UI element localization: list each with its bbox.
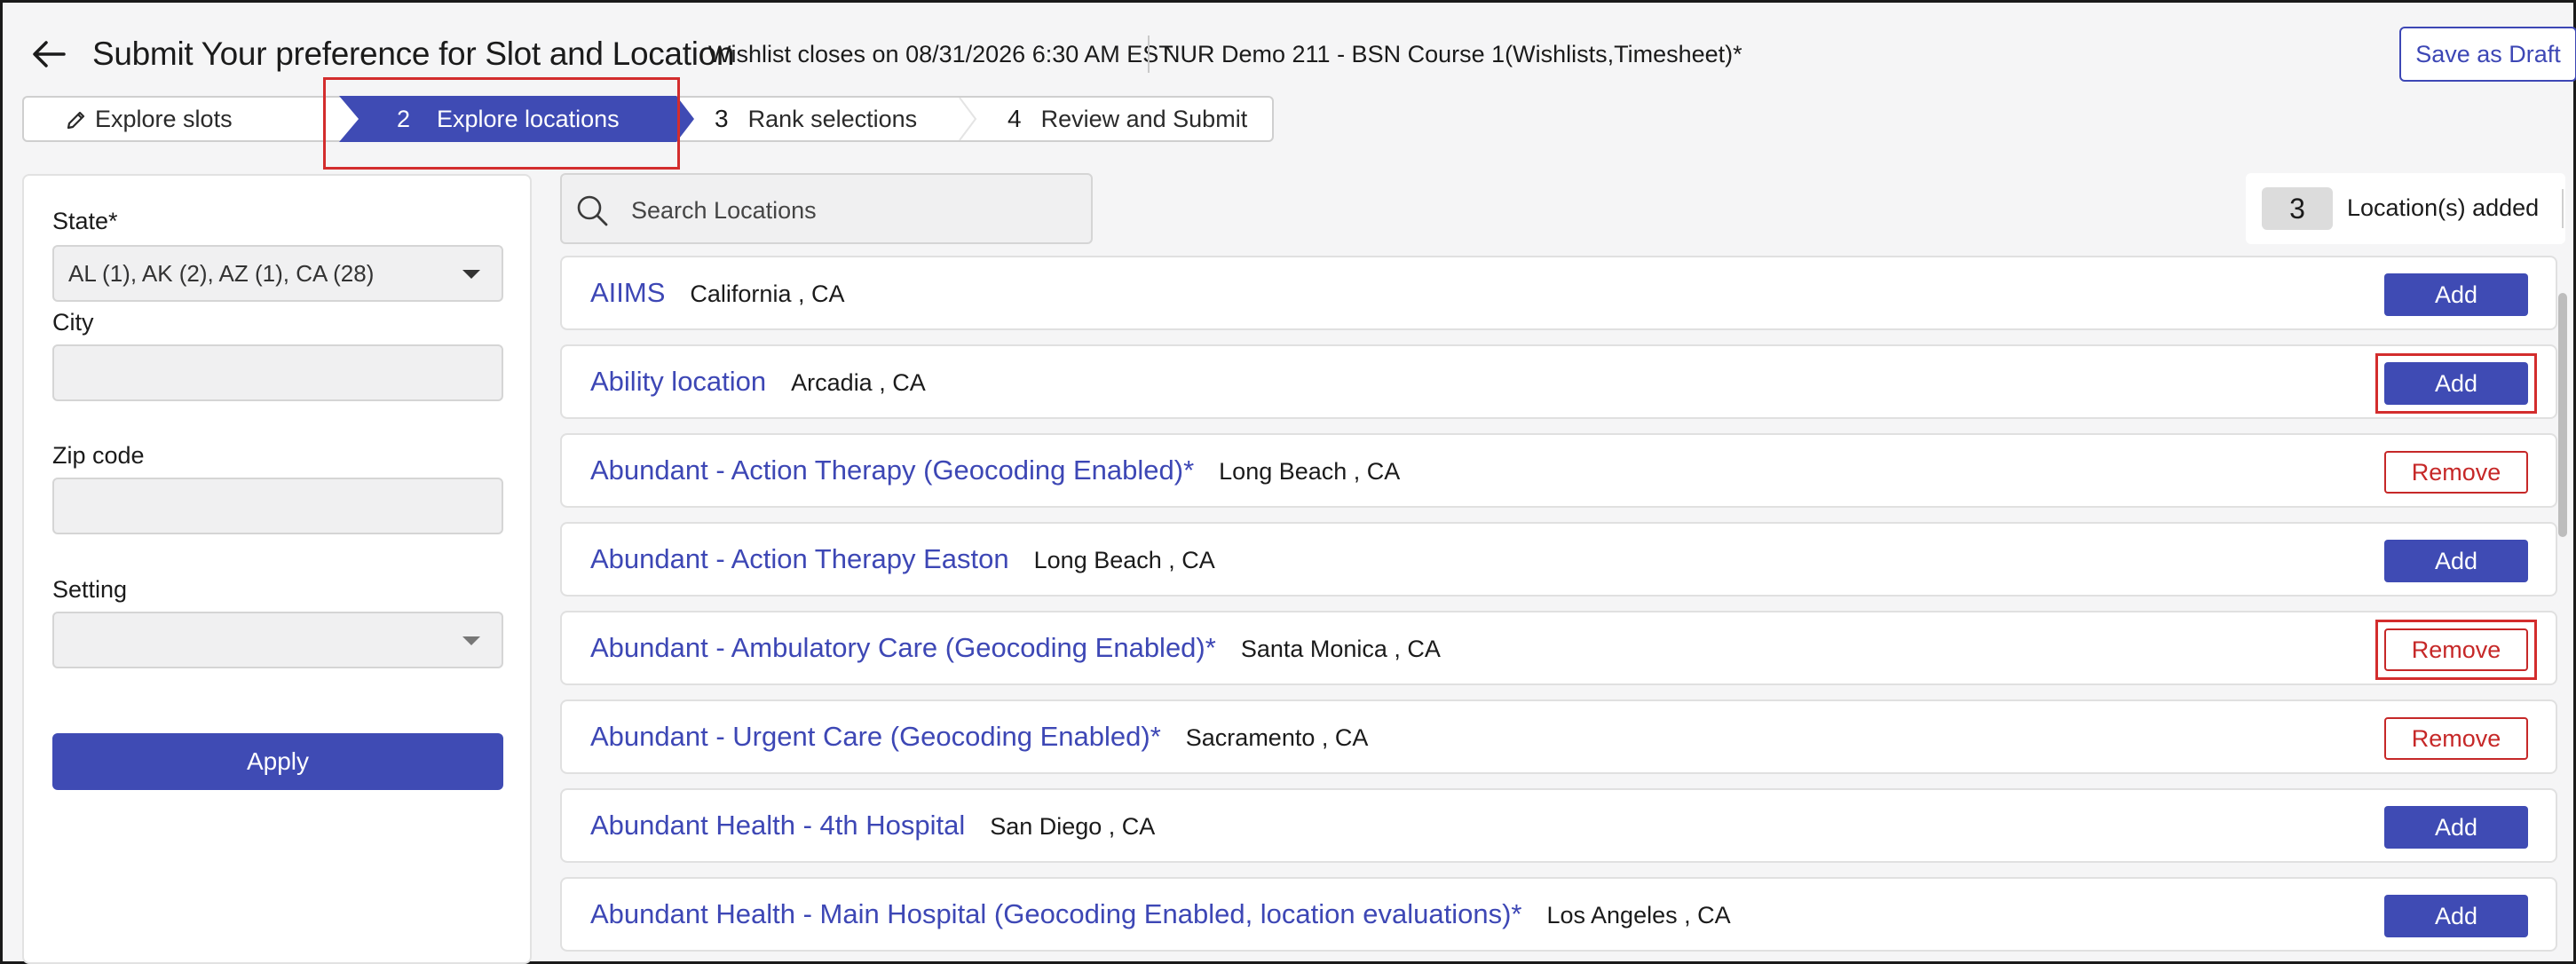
location-row: Abundant - Ambulatory Care (Geocoding En… [560,611,2557,685]
step-number: 4 [1007,105,1022,132]
zip-code-input[interactable] [52,478,503,534]
add-location-button[interactable]: Add [2384,806,2528,849]
save-as-draft-button[interactable]: Save as Draft [2399,27,2576,82]
setting-select[interactable] [52,612,503,668]
step-number: 2 [397,106,411,132]
location-city: San Diego , CA [990,813,1156,840]
step-label: Explore slots [95,106,233,132]
step-number: 3 [715,105,729,132]
city-label: City [52,309,94,336]
location-city: Santa Monica , CA [1240,636,1441,662]
chevron-down-icon [462,270,480,279]
page-title: Submit Your preference for Slot and Loca… [92,36,735,72]
location-name-link[interactable]: Abundant - Urgent Care (Geocoding Enable… [590,721,1368,753]
step-label: Explore locations [437,106,620,132]
header-divider [1148,36,1150,73]
counter-divider [2562,189,2564,228]
apply-button[interactable]: Apply [52,733,503,790]
location-row: Abundant - Action Therapy (Geocoding Ena… [560,433,2557,508]
state-label: State* [52,208,118,234]
location-row: Abundant Health - Main Hospital (Geocodi… [560,877,2557,952]
location-name-link[interactable]: AIIMS California , CA [590,277,844,309]
chevron-down-icon [462,636,480,645]
search-locations-input[interactable]: Search Locations [560,173,1093,244]
add-location-button[interactable]: Add [2384,273,2528,316]
remove-location-button[interactable]: Remove [2384,451,2528,494]
add-location-button[interactable]: Add [2384,362,2528,405]
location-name-link[interactable]: Abundant - Action Therapy (Geocoding Ena… [590,454,1400,486]
remove-location-button[interactable]: Remove [2384,717,2528,760]
state-select[interactable]: AL (1), AK (2), AZ (1), CA (28) [52,245,503,302]
location-row: Ability location Arcadia , CA Add [560,344,2557,419]
remove-location-button[interactable]: Remove [2384,628,2528,671]
location-city: Long Beach , CA [1219,458,1401,485]
locations-added-counter: 3 Location(s) added [2246,173,2565,244]
locations-added-count: 3 [2262,187,2333,230]
filter-panel: State* AL (1), AK (2), AZ (1), CA (28) C… [22,174,532,964]
step-label: Review and Submit [1040,106,1248,132]
add-location-button[interactable]: Add [2384,540,2528,582]
location-city: California , CA [690,281,845,307]
location-name-link[interactable]: Ability location Arcadia , CA [590,366,926,398]
location-city: Los Angeles , CA [1546,902,1731,928]
page-header: Submit Your preference for Slot and Loca… [0,0,2576,87]
locations-added-label: Location(s) added [2347,194,2540,221]
pencil-icon [67,111,85,130]
required-mark: * [108,208,118,234]
scrollbar[interactable] [2558,293,2567,537]
course-name: NUR Demo 211 - BSN Course 1(Wishlists,Ti… [1163,41,1742,67]
location-name-link[interactable]: Abundant - Action Therapy Easton Long Bea… [590,543,1215,575]
progress-stepper: Explore slots 2 Explore locations 3 Rank … [22,96,1274,142]
location-row: Abundant - Urgent Care (Geocoding Enable… [560,699,2557,774]
zip-code-label: Zip code [52,442,145,469]
location-row: AIIMS California , CA Add [560,256,2557,330]
step-label: Rank selections [747,106,918,132]
location-city: Arcadia , CA [791,369,926,396]
search-placeholder: Search Locations [631,197,817,224]
wishlist-close-note: Wishlist closes on 08/31/2026 6:30 AM ES… [708,41,1173,67]
step-review-and-submit[interactable]: 4 Review and Submit [1007,98,1247,140]
state-select-value: AL (1), AK (2), AZ (1), CA (28) [68,260,375,287]
location-name-link[interactable]: Abundant Health - Main Hospital (Geocodi… [590,898,1731,930]
add-location-button[interactable]: Add [2384,895,2528,937]
search-icon [577,195,608,226]
setting-label: Setting [52,576,128,603]
step-explore-slots[interactable]: Explore slots [67,98,233,140]
location-row: Abundant - Action Therapy Easton Long Bea… [560,522,2557,597]
location-name-link[interactable]: Abundant Health - 4th Hospital San Diego … [590,810,1155,842]
step-explore-locations[interactable]: 2 Explore locations [339,96,694,142]
location-city: Sacramento , CA [1185,724,1369,751]
city-input[interactable] [52,344,503,401]
location-city: Long Beach , CA [1033,547,1215,573]
back-arrow-icon[interactable] [28,34,69,75]
step-separator-chevron [959,98,977,140]
location-row: Abundant Health - 4th Hospital San Diego … [560,788,2557,863]
step-rank-selections[interactable]: 3 Rank selections [715,98,917,140]
location-list: AIIMS California , CA Add Ability locatio… [560,256,2557,964]
location-name-link[interactable]: Abundant - Ambulatory Care (Geocoding En… [590,632,1441,664]
